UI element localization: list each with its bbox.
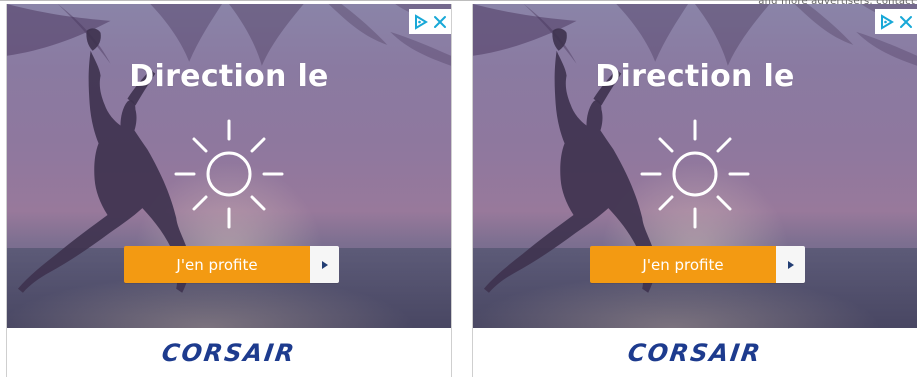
ad-controls[interactable] bbox=[875, 9, 917, 34]
close-icon[interactable] bbox=[898, 14, 914, 30]
brand-bar: CORSAIR bbox=[7, 328, 451, 377]
brand-logo: CORSAIR bbox=[160, 338, 298, 367]
cta-button[interactable]: J'en profite bbox=[590, 246, 805, 283]
ad-banner-left[interactable]: Direction le J'en profite CORSAIR bbox=[6, 4, 452, 377]
sun-icon bbox=[173, 118, 285, 230]
cta-label: J'en profite bbox=[590, 246, 776, 283]
sun-icon bbox=[639, 118, 751, 230]
brand-logo: CORSAIR bbox=[626, 338, 764, 367]
play-arrow-icon bbox=[776, 246, 805, 283]
ad-banner-right[interactable]: Direction le J'en profite CORSAIR bbox=[472, 4, 917, 377]
adchoices-icon[interactable] bbox=[413, 13, 429, 30]
close-icon[interactable] bbox=[432, 14, 448, 30]
ad-headline: Direction le bbox=[129, 59, 329, 94]
ad-headline: Direction le bbox=[595, 59, 795, 94]
adchoices-icon[interactable] bbox=[879, 13, 895, 30]
ad-controls[interactable] bbox=[409, 9, 451, 34]
cta-label: J'en profite bbox=[124, 246, 310, 283]
play-arrow-icon bbox=[310, 246, 339, 283]
cta-button[interactable]: J'en profite bbox=[124, 246, 339, 283]
brand-bar: CORSAIR bbox=[473, 328, 917, 377]
